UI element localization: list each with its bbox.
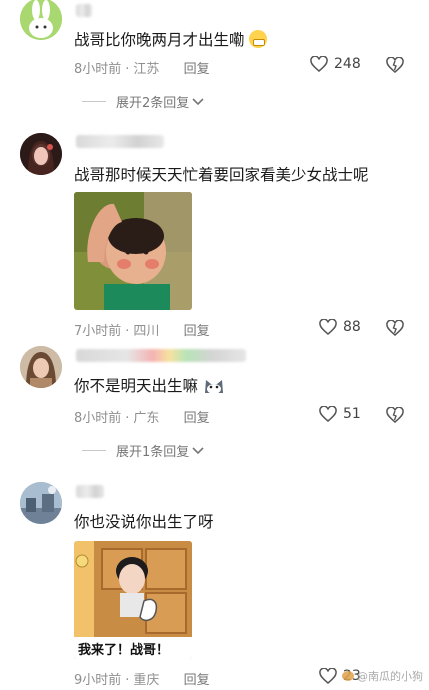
heart-outline-icon [319,668,337,684]
comment-text: 你也没说你出生了呀 [74,513,214,531]
broken-heart-icon [386,56,404,73]
divider [82,450,106,451]
comment-image[interactable] [74,192,192,310]
username-blurred[interactable] [76,485,104,498]
like-button[interactable]: 88 [319,319,361,335]
chevron-down-icon [192,97,204,105]
broken-heart-icon [386,319,404,336]
broken-heart-icon [386,406,404,423]
dislike-button[interactable] [386,406,404,427]
scenery-avatar-icon [20,482,62,524]
rabbit-avatar-icon [20,0,62,40]
user-avatar[interactable] [20,482,62,524]
sticker-caption: 我来了！战哥！ [78,643,170,658]
comment-text: 战哥比你晚两月才出生嘞 [74,28,268,50]
comment-meta: 9小时前 · 重庆 回复 [74,673,210,688]
username-blurred[interactable] [76,135,164,148]
like-button[interactable]: 248 [310,56,361,72]
comment-meta: 8小时前 · 江苏 回复 [74,62,210,77]
reply-button[interactable]: 回复 [184,411,210,426]
reply-button[interactable]: 回复 [184,673,210,688]
username-blurred[interactable] [76,4,92,17]
grin-emoji-icon [249,30,268,48]
username-blurred[interactable] [76,349,246,362]
user-avatar[interactable] [20,0,62,40]
child-photo-image [74,192,192,310]
user-avatar[interactable] [20,346,62,388]
comment-meta: 8小时前 · 广东 回复 [74,411,210,426]
comment-text: 你不是明天出生嘛 [74,374,225,399]
comment-text: 战哥那时候天天忙着要回家看美少女战士呢 [74,166,369,184]
heart-outline-icon [319,406,337,422]
reply-button[interactable]: 回复 [184,62,210,77]
cat-emoji-icon [203,377,225,399]
dislike-button[interactable] [386,56,404,77]
photo-avatar-icon [20,133,62,175]
user-avatar[interactable] [20,133,62,175]
weibo-logo-icon [342,671,354,681]
heart-outline-icon [310,56,328,72]
heart-outline-icon [319,319,337,335]
dislike-button[interactable] [386,319,404,340]
watermark: @南瓜的小狗 [342,668,423,684]
reply-button[interactable]: 回复 [184,324,210,339]
expand-replies[interactable]: 展开1条回复 [82,441,204,460]
divider [82,101,106,102]
like-button[interactable]: 51 [319,406,361,422]
photo-avatar-icon [20,346,62,388]
comment-meta: 7小时前 · 四川 回复 [74,324,210,339]
expand-replies[interactable]: 展开2条回复 [82,92,204,111]
chevron-down-icon [192,446,204,454]
comment-sticker[interactable]: 我来了！战哥！ [74,541,192,659]
